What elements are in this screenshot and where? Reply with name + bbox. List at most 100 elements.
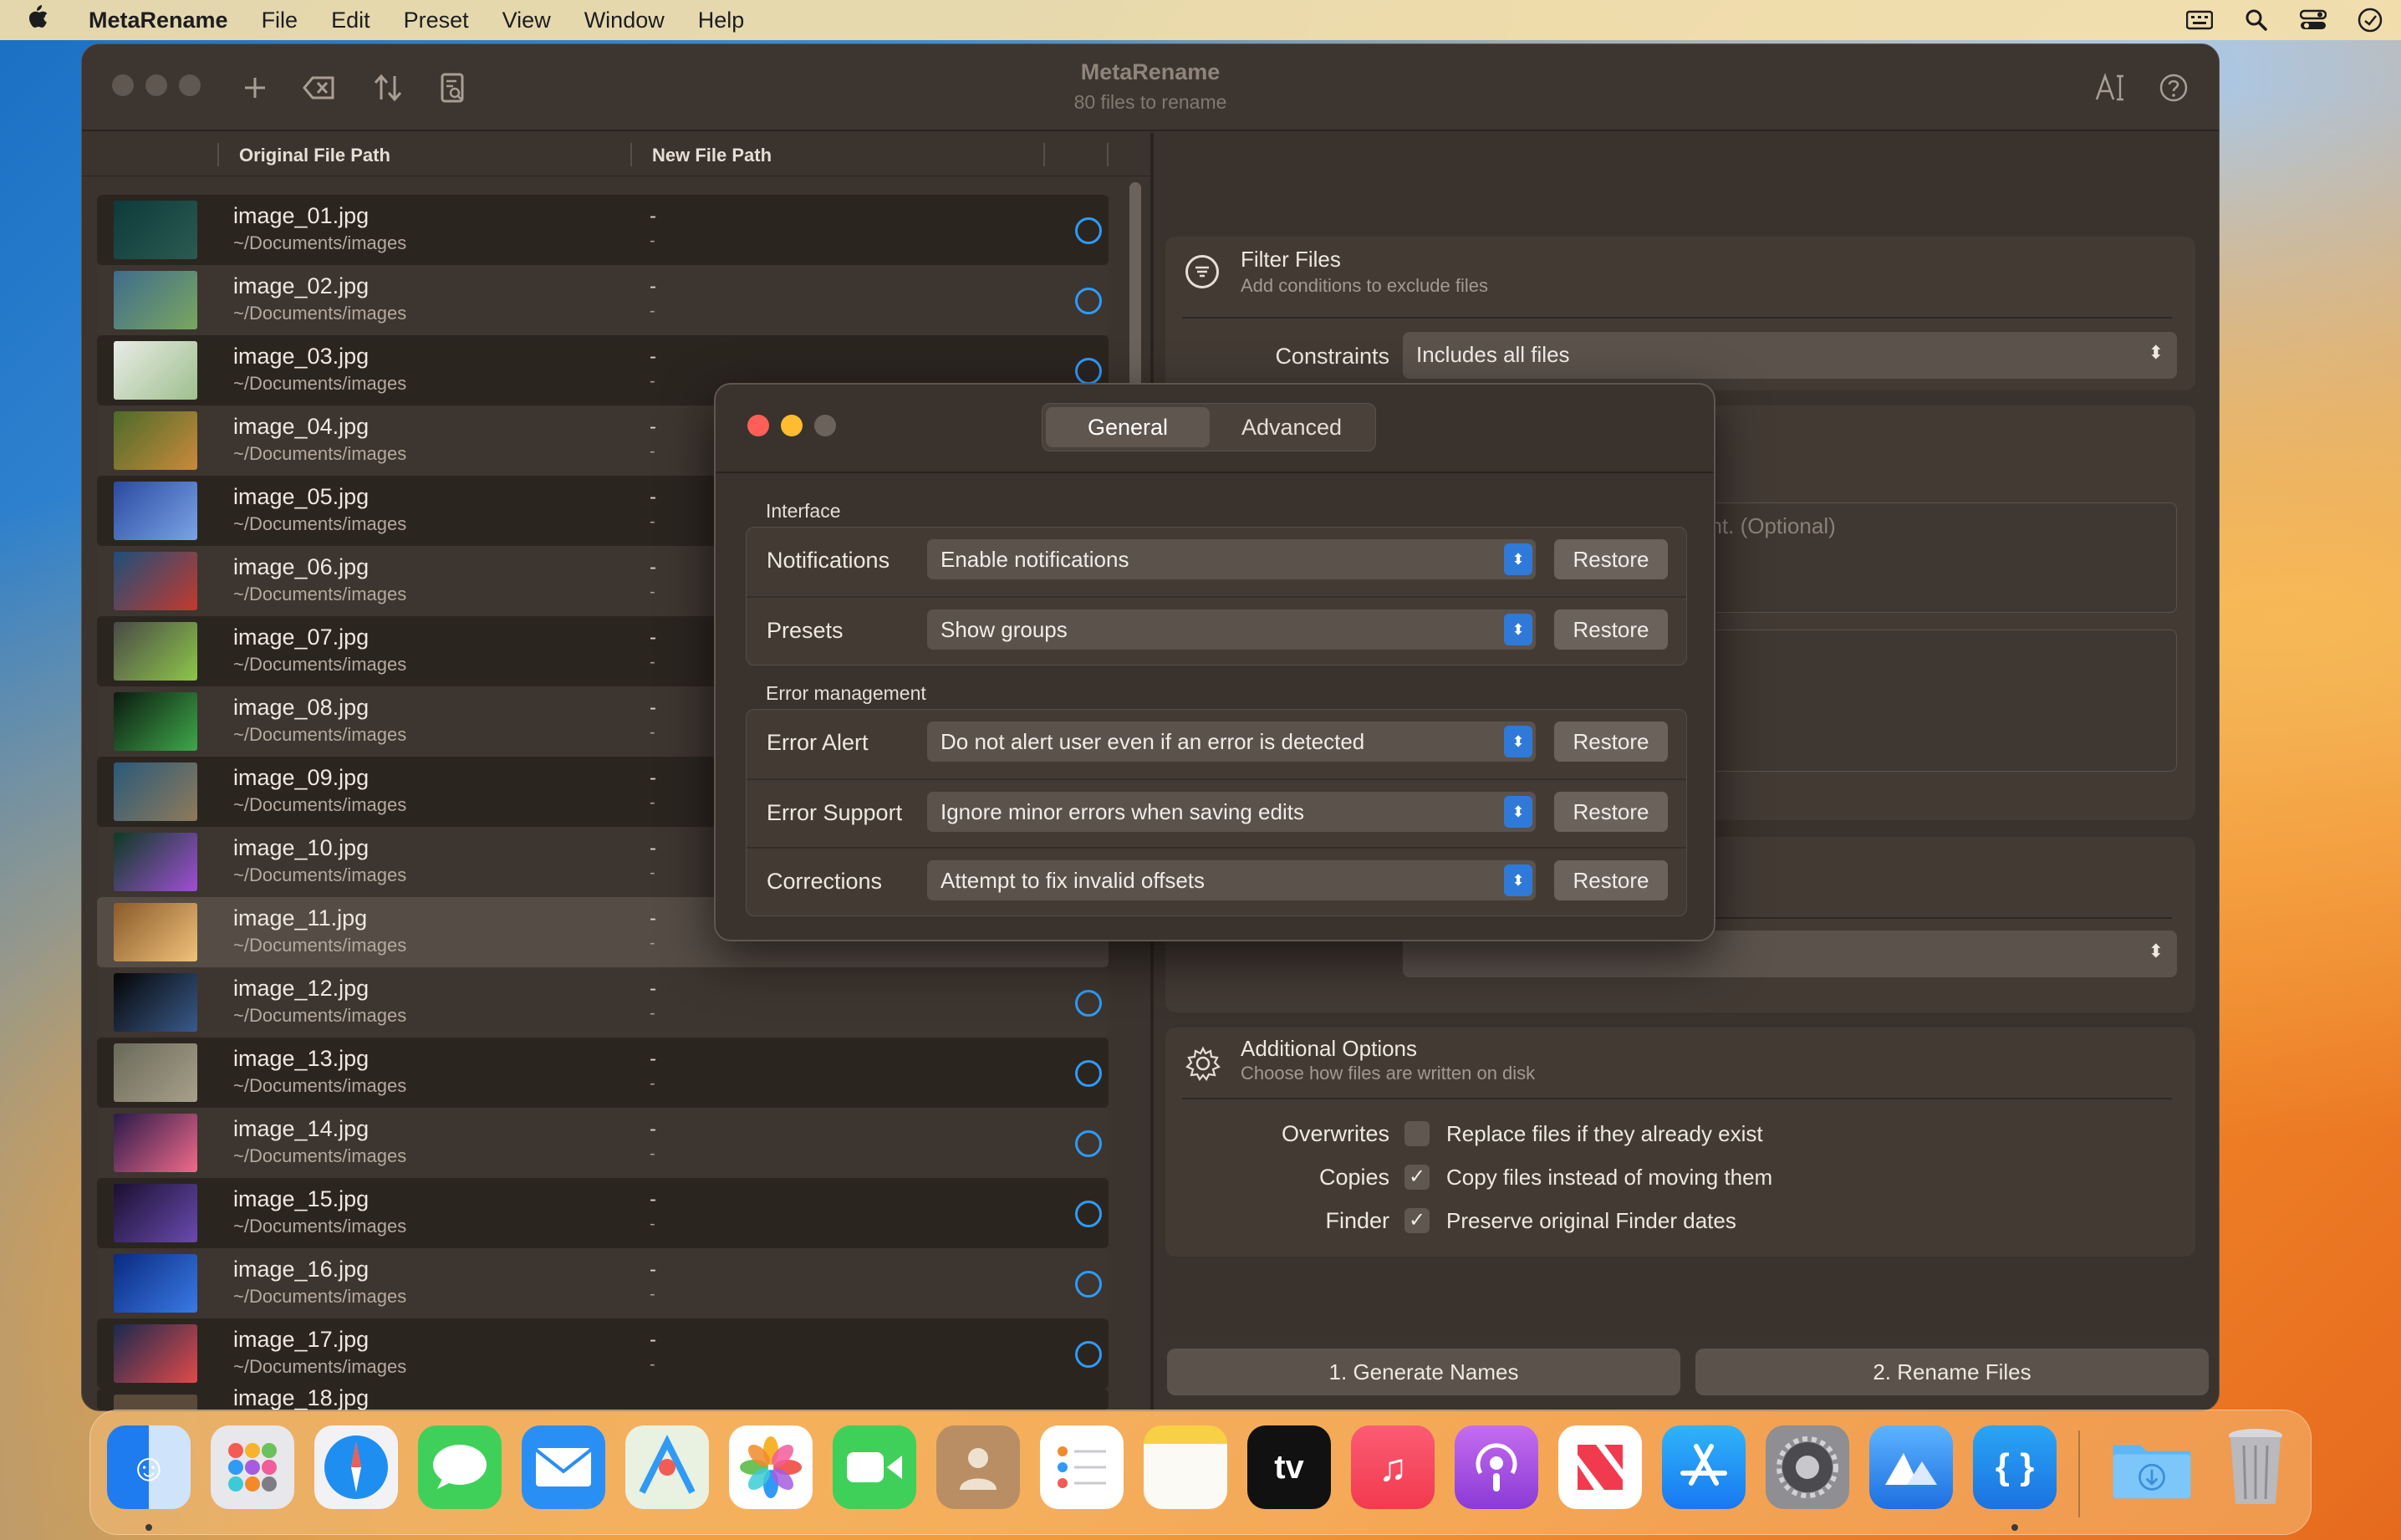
dialog-close-button[interactable] [747, 415, 769, 436]
corrections-label: Corrections [767, 869, 883, 894]
menu-view[interactable]: View [502, 8, 551, 33]
dialog-zoom-button[interactable] [814, 415, 836, 436]
photos-icon[interactable] [729, 1425, 813, 1509]
column-separator [1107, 143, 1109, 166]
apple-tv-icon[interactable]: tv [1247, 1425, 1331, 1509]
menu-preset[interactable]: Preset [404, 8, 469, 33]
messages-icon[interactable] [418, 1425, 502, 1509]
pattern-input[interactable]: ant. (Optional) [1684, 502, 2177, 613]
tab-advanced[interactable]: Advanced [1210, 407, 1374, 447]
file-path: ~/Documents/images [233, 1075, 407, 1096]
apple-menu-icon[interactable] [25, 3, 70, 37]
table-row[interactable]: image_15.jpg ~/Documents/images - - [97, 1178, 1109, 1248]
file-path: ~/Documents/images [233, 935, 407, 956]
corrections-restore-button[interactable]: Restore [1554, 860, 1668, 900]
metarename-app-icon[interactable]: { } [1973, 1425, 2057, 1509]
mail-icon[interactable] [522, 1425, 605, 1509]
error-support-label: Error Support [767, 800, 903, 825]
window-title: MetaRename [1080, 59, 1221, 84]
error-alert-restore-button[interactable]: Restore [1554, 722, 1668, 762]
table-row[interactable]: image_13.jpg ~/Documents/images - - [97, 1038, 1109, 1108]
reminders-icon[interactable] [1040, 1425, 1124, 1509]
generate-names-button[interactable]: 1. Generate Names [1167, 1349, 1680, 1395]
column-original-path[interactable]: Original File Path [239, 145, 390, 166]
tab-general[interactable]: General [1046, 407, 1210, 447]
preferences-tabs: General Advanced [1042, 403, 1376, 451]
downloads-folder-icon[interactable] [2110, 1425, 2194, 1509]
safari-icon[interactable] [314, 1425, 398, 1509]
file-name: image_06.jpg [233, 554, 370, 579]
table-row[interactable]: image_01.jpg ~/Documents/images - - [97, 195, 1109, 265]
help-icon[interactable] [2155, 69, 2192, 106]
altitude-app-icon[interactable] [1869, 1425, 1953, 1509]
status-circle-icon[interactable] [1075, 1271, 1102, 1298]
keyboard-input-icon[interactable] [2185, 8, 2214, 33]
music-icon[interactable]: ♫ [1351, 1425, 1435, 1509]
copies-text[interactable]: Copy files instead of moving them [1446, 1165, 1772, 1191]
presets-restore-button[interactable]: Restore [1554, 609, 1668, 650]
file-name: image_16.jpg [233, 1257, 370, 1282]
table-row[interactable]: image_12.jpg ~/Documents/images - - [97, 967, 1109, 1038]
notifications-restore-button[interactable]: Restore [1554, 539, 1668, 579]
new-path: - [650, 864, 655, 882]
constraints-select[interactable]: Includes all files ⬍ [1403, 332, 2177, 379]
status-circle-icon[interactable] [1075, 990, 1102, 1017]
menu-file[interactable]: File [262, 8, 298, 33]
error-alert-select[interactable]: Do not alert user even if an error is de… [927, 722, 1536, 762]
maps-icon[interactable] [625, 1425, 709, 1509]
file-thumbnail [114, 833, 197, 891]
menu-edit[interactable]: Edit [331, 8, 370, 33]
status-circle-icon[interactable] [1075, 217, 1102, 244]
menu-window[interactable]: Window [584, 8, 665, 33]
news-icon[interactable] [1558, 1425, 1642, 1509]
table-row[interactable]: image_17.jpg ~/Documents/images - - [97, 1318, 1109, 1389]
notifications-select[interactable]: Enable notifications ⬍ [927, 539, 1536, 579]
presets-select[interactable]: Show groups ⬍ [927, 609, 1536, 650]
status-circle-icon[interactable] [1075, 1341, 1102, 1368]
menu-app-name[interactable]: MetaRename [89, 8, 228, 33]
facetime-icon[interactable] [833, 1425, 916, 1509]
table-row[interactable]: image_14.jpg ~/Documents/images - - [97, 1108, 1109, 1178]
rename-files-button[interactable]: 2. Rename Files [1695, 1349, 2209, 1395]
error-support-select[interactable]: Ignore minor errors when saving edits ⬍ [927, 792, 1536, 832]
spotlight-search-icon[interactable] [2242, 8, 2271, 33]
status-circle-icon[interactable] [1075, 358, 1102, 385]
menu-help[interactable]: Help [698, 8, 745, 33]
text-format-icon[interactable] [2092, 69, 2128, 106]
status-circle-icon[interactable] [1075, 1130, 1102, 1157]
column-new-path[interactable]: New File Path [652, 145, 772, 166]
system-settings-icon[interactable] [1766, 1425, 1849, 1509]
status-circle-icon[interactable] [1075, 1060, 1102, 1087]
gear-icon [1185, 1046, 1221, 1081]
corrections-select[interactable]: Attempt to fix invalid offsets ⬍ [927, 860, 1536, 900]
trash-icon[interactable] [2214, 1425, 2297, 1509]
table-row[interactable]: image_16.jpg ~/Documents/images - - [97, 1248, 1109, 1318]
app-store-icon[interactable] [1662, 1425, 1746, 1509]
overwrites-checkbox[interactable] [1404, 1121, 1430, 1146]
launchpad-icon[interactable] [211, 1425, 294, 1509]
podcasts-icon[interactable] [1455, 1425, 1538, 1509]
contacts-icon[interactable] [936, 1425, 1020, 1509]
new-path: - [650, 583, 655, 601]
dialog-minimize-button[interactable] [781, 415, 803, 436]
finder-icon[interactable]: ☺ [107, 1425, 191, 1509]
overwrites-text[interactable]: Replace files if they already exist [1446, 1121, 1763, 1147]
copies-checkbox[interactable]: ✓ [1404, 1165, 1430, 1190]
notes-icon[interactable] [1144, 1425, 1227, 1509]
window-subtitle: 80 files to rename [1073, 91, 1227, 113]
pattern-editor[interactable] [1684, 630, 2177, 772]
status-circle-icon[interactable] [1075, 1201, 1102, 1227]
control-center-icon[interactable] [2299, 8, 2327, 33]
new-path: - [650, 302, 655, 320]
error-support-restore-button[interactable]: Restore [1554, 792, 1668, 832]
finder-checkbox[interactable]: ✓ [1404, 1208, 1430, 1233]
table-row-partial[interactable]: image_18.jpg [97, 1389, 1109, 1410]
status-circle-icon[interactable] [1075, 288, 1102, 314]
interface-section-title: Interface [766, 500, 841, 522]
clock-icon[interactable] [2356, 8, 2384, 33]
overwrites-label: Overwrites [1281, 1121, 1389, 1146]
dock-separator [2078, 1430, 2080, 1517]
file-path: ~/Documents/images [233, 864, 407, 885]
finder-text[interactable]: Preserve original Finder dates [1446, 1208, 1736, 1234]
table-row[interactable]: image_02.jpg ~/Documents/images - - [97, 265, 1109, 335]
